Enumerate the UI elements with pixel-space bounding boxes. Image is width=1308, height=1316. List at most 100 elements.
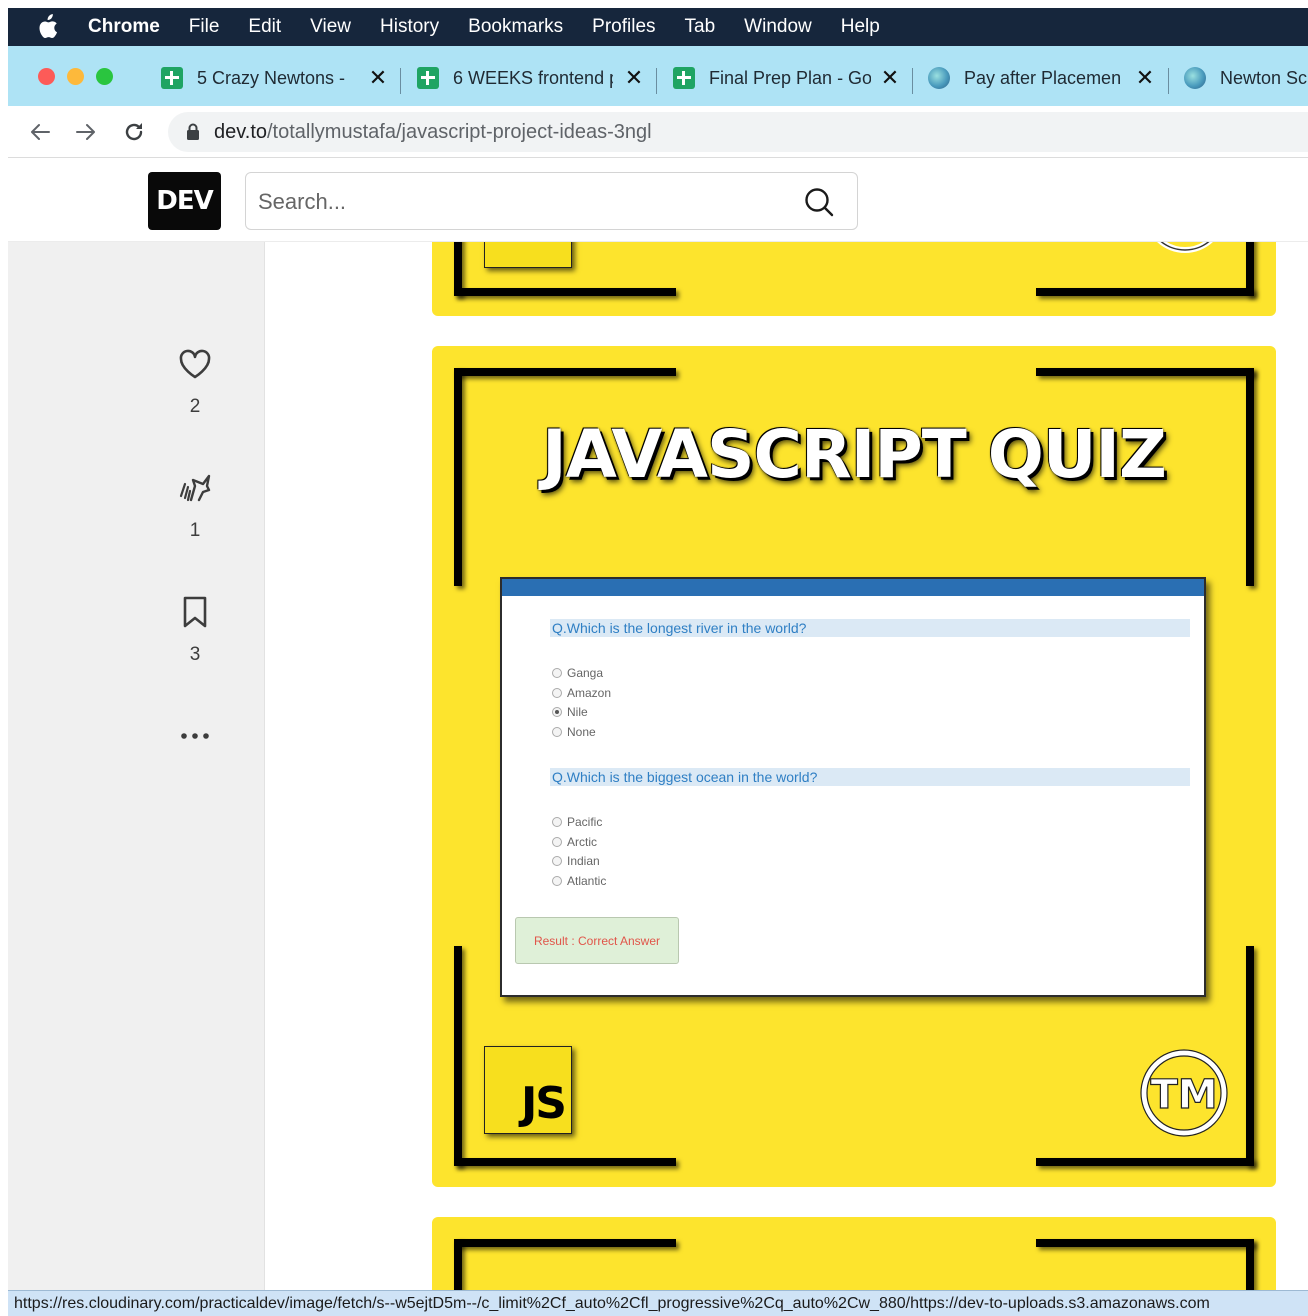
bookmark-reaction-button[interactable]: 3 (166, 594, 224, 666)
frame-bracket (454, 1158, 676, 1166)
forward-arrow-icon[interactable] (72, 118, 100, 146)
quiz-title: JAVASCRIPT QUIZ (542, 416, 1167, 493)
site-header: DEV (8, 158, 1308, 242)
tm-logo-icon: TM (1140, 1049, 1228, 1137)
apple-icon[interactable] (36, 8, 70, 46)
url-host: dev.to (214, 120, 267, 143)
tab-6-weeks-frontend[interactable]: 6 WEEKS frontend p ✕ (417, 60, 645, 96)
tab-strip: 5 Crazy Newtons - ✕ 6 WEEKS frontend p ✕… (8, 46, 1308, 106)
option-label: Atlantic (567, 874, 607, 888)
option-pacific: Pacific (552, 814, 602, 830)
menu-window[interactable]: Window (744, 16, 812, 38)
menu-help[interactable]: Help (841, 16, 880, 38)
minimize-window-button[interactable] (67, 68, 84, 85)
frame-bracket (454, 368, 676, 376)
frame-bracket (1246, 946, 1254, 1166)
tab-final-prep-plan[interactable]: Final Prep Plan - Go ✕ (673, 60, 901, 96)
address-url: dev.to/totallymustafa/javascript-project… (214, 121, 652, 144)
tab-pay-after-placement[interactable]: Pay after Placemen ✕ (928, 60, 1156, 96)
heart-reaction-button[interactable]: 2 (166, 346, 224, 418)
radio-icon (552, 668, 562, 678)
back-arrow-icon[interactable] (26, 118, 54, 146)
option-label: None (567, 725, 596, 739)
frame-bracket (454, 1239, 676, 1247)
option-arctic: Arctic (552, 834, 597, 850)
tab-title: Final Prep Plan - Go (709, 67, 871, 88)
macos-menu-bar: Chrome File Edit View History Bookmarks … (8, 8, 1308, 46)
reload-icon[interactable] (120, 118, 148, 146)
frame-bracket (454, 946, 462, 1166)
navigation-bar: dev.to/totallymustafa/javascript-project… (8, 106, 1308, 158)
option-label: Nile (567, 705, 588, 719)
globe-icon (1184, 67, 1206, 89)
js-badge-label: JS (520, 1078, 567, 1129)
radio-icon (552, 876, 562, 886)
search-box (245, 172, 858, 230)
tab-newton-school[interactable]: Newton Sc (1184, 60, 1308, 96)
bookmark-icon (183, 596, 207, 628)
unicorn-count: 1 (189, 520, 201, 541)
close-tab-icon[interactable]: ✕ (1134, 66, 1156, 90)
fullscreen-window-button[interactable] (96, 68, 113, 85)
menu-history[interactable]: History (380, 16, 439, 38)
unicorn-reaction-button[interactable]: 1 (166, 470, 224, 542)
frame-bracket (1036, 1239, 1254, 1247)
radio-icon (552, 727, 562, 737)
frame-bracket (1036, 288, 1254, 296)
close-tab-icon[interactable]: ✕ (623, 66, 645, 90)
frame-bracket (454, 288, 676, 296)
menu-chrome[interactable]: Chrome (88, 16, 160, 38)
menu-view[interactable]: View (310, 16, 351, 38)
tab-crazy-newtons[interactable]: 5 Crazy Newtons - ✕ (161, 60, 389, 96)
option-none: None (552, 724, 596, 740)
tab-title: 6 WEEKS frontend p (453, 67, 613, 88)
dev-logo[interactable]: DEV (148, 172, 221, 230)
tab-divider (400, 68, 401, 94)
unicorn-icon (179, 474, 211, 502)
sheets-icon (161, 67, 183, 89)
link-status-bar: https://res.cloudinary.com/practicaldev/… (8, 1290, 1308, 1316)
option-label: Pacific (567, 815, 603, 829)
option-nile: Nile (552, 704, 588, 720)
tab-title: Newton Sc (1220, 67, 1308, 88)
menu-profiles[interactable]: Profiles (592, 16, 655, 38)
js-badge: JS (484, 1046, 572, 1134)
quiz-result: Result : Correct Answer (515, 917, 679, 964)
menu-bookmarks[interactable]: Bookmarks (468, 16, 563, 38)
search-input[interactable] (258, 183, 788, 221)
close-window-button[interactable] (38, 68, 55, 85)
tab-title: Pay after Placemen (964, 67, 1122, 88)
js-badge (484, 242, 572, 268)
option-label: Ganga (567, 666, 604, 680)
tab-divider (912, 68, 913, 94)
address-bar[interactable]: dev.to/totallymustafa/javascript-project… (168, 112, 1308, 152)
menu-file[interactable]: File (189, 16, 220, 38)
globe-icon (928, 67, 950, 89)
tm-logo-icon (1157, 242, 1213, 253)
lock-icon[interactable] (186, 123, 200, 141)
article-image-previous (432, 242, 1276, 316)
frame-bracket (1036, 1158, 1254, 1166)
question-1: Q.Which is the longest river in the worl… (550, 619, 1190, 637)
close-tab-icon[interactable]: ✕ (879, 66, 901, 90)
radio-icon (552, 837, 562, 847)
search-icon[interactable] (803, 186, 835, 218)
heart-icon (179, 349, 211, 379)
more-options-icon[interactable] (174, 726, 216, 746)
radio-icon (552, 688, 562, 698)
option-label: Indian (567, 854, 600, 868)
heart-count: 2 (189, 396, 201, 417)
quiz-top-bar (502, 579, 1204, 596)
quiz-screenshot: Q.Which is the longest river in the worl… (500, 577, 1206, 997)
close-tab-icon[interactable]: ✕ (367, 66, 389, 90)
radio-icon (552, 856, 562, 866)
option-atlantic: Atlantic (552, 873, 606, 889)
tm-logo-text: TM (1150, 1072, 1217, 1118)
tab-divider (1168, 68, 1169, 94)
browser-window: Chrome File Edit View History Bookmarks … (0, 0, 1308, 1316)
radio-icon (552, 817, 562, 827)
menu-edit[interactable]: Edit (248, 16, 281, 38)
bookmark-count: 3 (189, 644, 201, 665)
option-ganga: Ganga (552, 665, 603, 681)
menu-tab[interactable]: Tab (685, 16, 716, 38)
